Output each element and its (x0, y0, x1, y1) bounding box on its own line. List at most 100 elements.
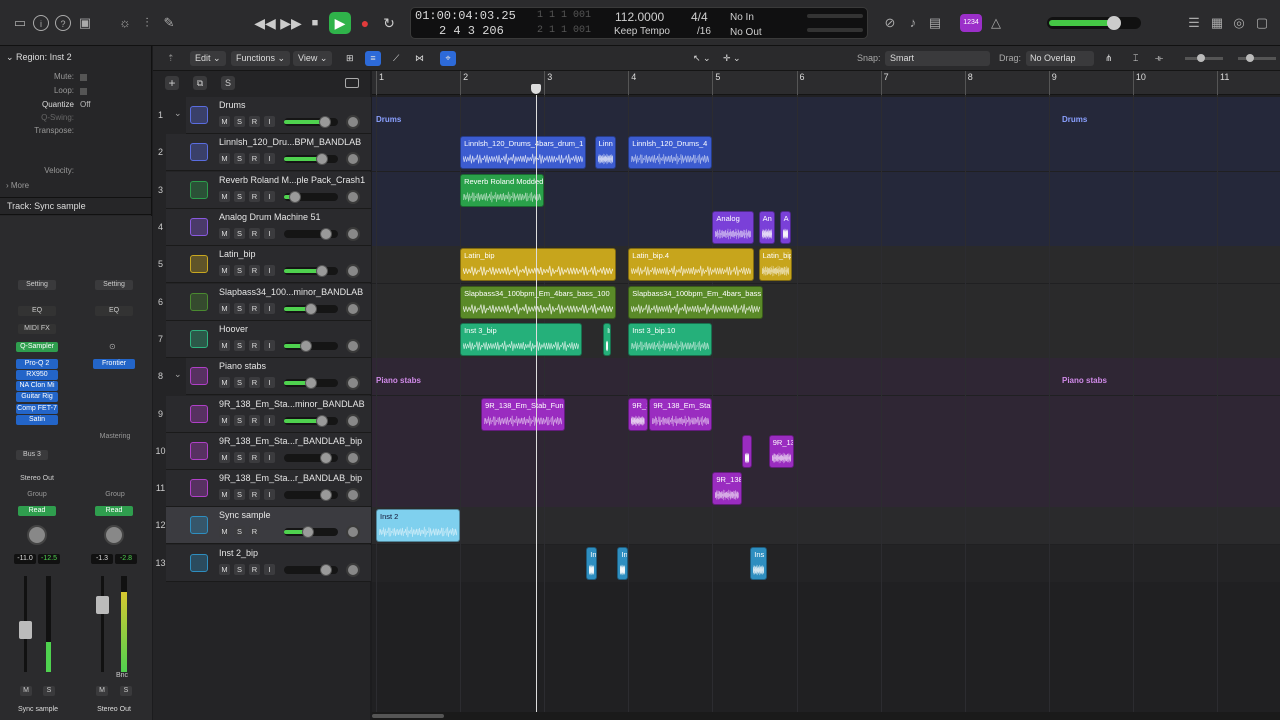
global-solo-icon[interactable]: S (221, 76, 235, 90)
list-editors-icon[interactable]: ☰ (1186, 15, 1202, 31)
loop-row[interactable]: Loop: (0, 86, 152, 99)
mute-button[interactable]: M (219, 228, 230, 239)
division[interactable]: /16 (697, 26, 711, 37)
region[interactable]: Slapbass34_100bpm_Em_4bars_bass_100 (460, 286, 616, 319)
input-button[interactable]: I (264, 116, 275, 127)
solo-button[interactable]: S (234, 489, 245, 500)
strip-a-solo[interactable]: S (43, 686, 55, 696)
mute-button[interactable]: M (219, 415, 230, 426)
strip-b-eq[interactable]: EQ (95, 306, 133, 316)
region[interactable]: In (603, 323, 612, 356)
region[interactable]: An (758, 211, 776, 244)
mixer-icon[interactable]: ⫶ (139, 15, 155, 31)
track-header[interactable]: 9R_138_Em_Sta...minor_BANDLAB M S R I (166, 396, 371, 433)
horizontal-zoom-slider[interactable] (1238, 54, 1276, 62)
record-button[interactable]: R (249, 228, 260, 239)
volume-fader[interactable] (284, 265, 338, 277)
mute-checkbox[interactable] (80, 74, 87, 81)
stop-button[interactable]: ■ (304, 12, 326, 34)
record-button[interactable]: ● (354, 12, 376, 34)
record-button[interactable]: R (249, 340, 260, 351)
smart-controls-icon[interactable]: ☼ (117, 15, 133, 31)
waveform-zoom-icon[interactable]: ⋔ (1105, 51, 1113, 66)
snap-select[interactable]: Smart (885, 51, 990, 66)
folder-disclosure-icon[interactable]: ⌄ (174, 108, 182, 119)
volume-fader[interactable] (284, 526, 338, 538)
region[interactable]: Inst 3_bip (460, 323, 583, 356)
pan-knob[interactable] (346, 190, 360, 204)
mute-button[interactable]: M (219, 564, 230, 575)
input-button[interactable]: I (264, 191, 275, 202)
track-header[interactable]: Linnlsh_120_Dru...BPM_BANDLAB M S R I (166, 134, 371, 171)
loop-checkbox[interactable] (80, 88, 87, 95)
browser-icon[interactable]: ▢ (1254, 15, 1270, 31)
track-header[interactable]: 9R_138_Em_Sta...r_BANDLAB_bip M S R I (166, 433, 371, 470)
track-lane[interactable] (372, 433, 1280, 470)
arrange-area[interactable]: Drums Drums Piano stabs Piano stabs Linnlsh_… (372, 95, 1280, 720)
input-button[interactable]: I (264, 153, 275, 164)
track-header[interactable]: Sync sample M S R (166, 507, 371, 544)
record-button[interactable]: R (249, 153, 260, 164)
volume-knob[interactable] (305, 377, 317, 389)
record-button[interactable]: R (249, 191, 260, 202)
strip-b-pan-knob[interactable] (104, 525, 124, 545)
mute-button[interactable]: M (219, 303, 230, 314)
pan-knob[interactable] (346, 302, 360, 316)
track-name[interactable]: Drums (219, 100, 246, 110)
input-button[interactable]: I (264, 377, 275, 388)
input-button[interactable]: I (264, 303, 275, 314)
strip-b-volume[interactable]: -1.3 (91, 554, 113, 564)
volume-fader[interactable] (284, 228, 338, 240)
track-inspector-header[interactable]: Track: Sync sample (0, 197, 152, 215)
solo-button[interactable]: S (234, 265, 245, 276)
volume-fader[interactable] (284, 377, 338, 389)
solo-button[interactable]: S (234, 377, 245, 388)
plugin-slot[interactable]: Comp FET-7 (16, 404, 58, 414)
volume-knob[interactable] (320, 564, 332, 576)
strip-a-mute[interactable]: M (20, 686, 32, 696)
strip-b-group[interactable]: Group (90, 491, 140, 498)
edit-menu[interactable]: Edit ⌄ (190, 51, 226, 66)
volume-knob[interactable] (315, 265, 328, 277)
track-header[interactable]: Piano stabs M S R I (186, 358, 371, 395)
forward-button[interactable]: ▶▶ (280, 12, 302, 34)
region[interactable]: A (779, 211, 791, 244)
track-name[interactable]: Piano stabs (219, 361, 266, 371)
track-header[interactable]: Analog Drum Machine 51 M S R I (166, 209, 371, 246)
track-header[interactable]: Latin_bip M S R I (166, 246, 371, 283)
input-button[interactable]: I (264, 452, 275, 463)
catch-icon[interactable]: ⌖ (440, 51, 456, 66)
input-button[interactable]: I (264, 265, 275, 276)
region[interactable]: In (617, 547, 629, 580)
mute-button[interactable]: M (219, 452, 230, 463)
track-header-toggle-icon[interactable] (345, 78, 359, 88)
track-name[interactable]: 9R_138_Em_Sta...r_BANDLAB_bip (219, 436, 362, 446)
record-button[interactable]: R (249, 415, 260, 426)
record-button[interactable]: R (249, 303, 260, 314)
pan-knob[interactable] (346, 339, 360, 353)
mute-button[interactable]: M (219, 191, 230, 202)
volume-knob[interactable] (302, 526, 315, 538)
record-button[interactable]: R (249, 452, 260, 463)
horizontal-zoom-icon[interactable]: ⟛ (1155, 51, 1163, 66)
pan-knob[interactable] (346, 115, 360, 129)
strip-b-mute[interactable]: M (96, 686, 108, 696)
strip-a-automation[interactable]: Read (18, 506, 56, 516)
track-name[interactable]: Sync sample (219, 510, 271, 520)
solo-button[interactable]: S (234, 153, 245, 164)
time-signature[interactable]: 4/4 (691, 10, 708, 24)
solo-button[interactable]: S (234, 303, 245, 314)
strip-a-setting[interactable]: Setting (18, 280, 56, 290)
track-header[interactable]: Drums M S R I (186, 97, 371, 134)
input-button[interactable]: I (264, 564, 275, 575)
volume-fader[interactable] (284, 116, 338, 128)
track-name[interactable]: Hoover (219, 324, 248, 334)
master-volume-slider[interactable] (1047, 16, 1141, 30)
volume-knob[interactable] (299, 340, 312, 352)
track-lane[interactable] (372, 545, 1280, 582)
strip-b-plugin[interactable]: Frontier (93, 359, 135, 369)
volume-knob[interactable] (320, 452, 332, 464)
region[interactable]: In (586, 547, 598, 580)
plugin-slot[interactable]: Pro-Q 2 (16, 359, 58, 369)
pan-knob[interactable] (346, 563, 360, 577)
